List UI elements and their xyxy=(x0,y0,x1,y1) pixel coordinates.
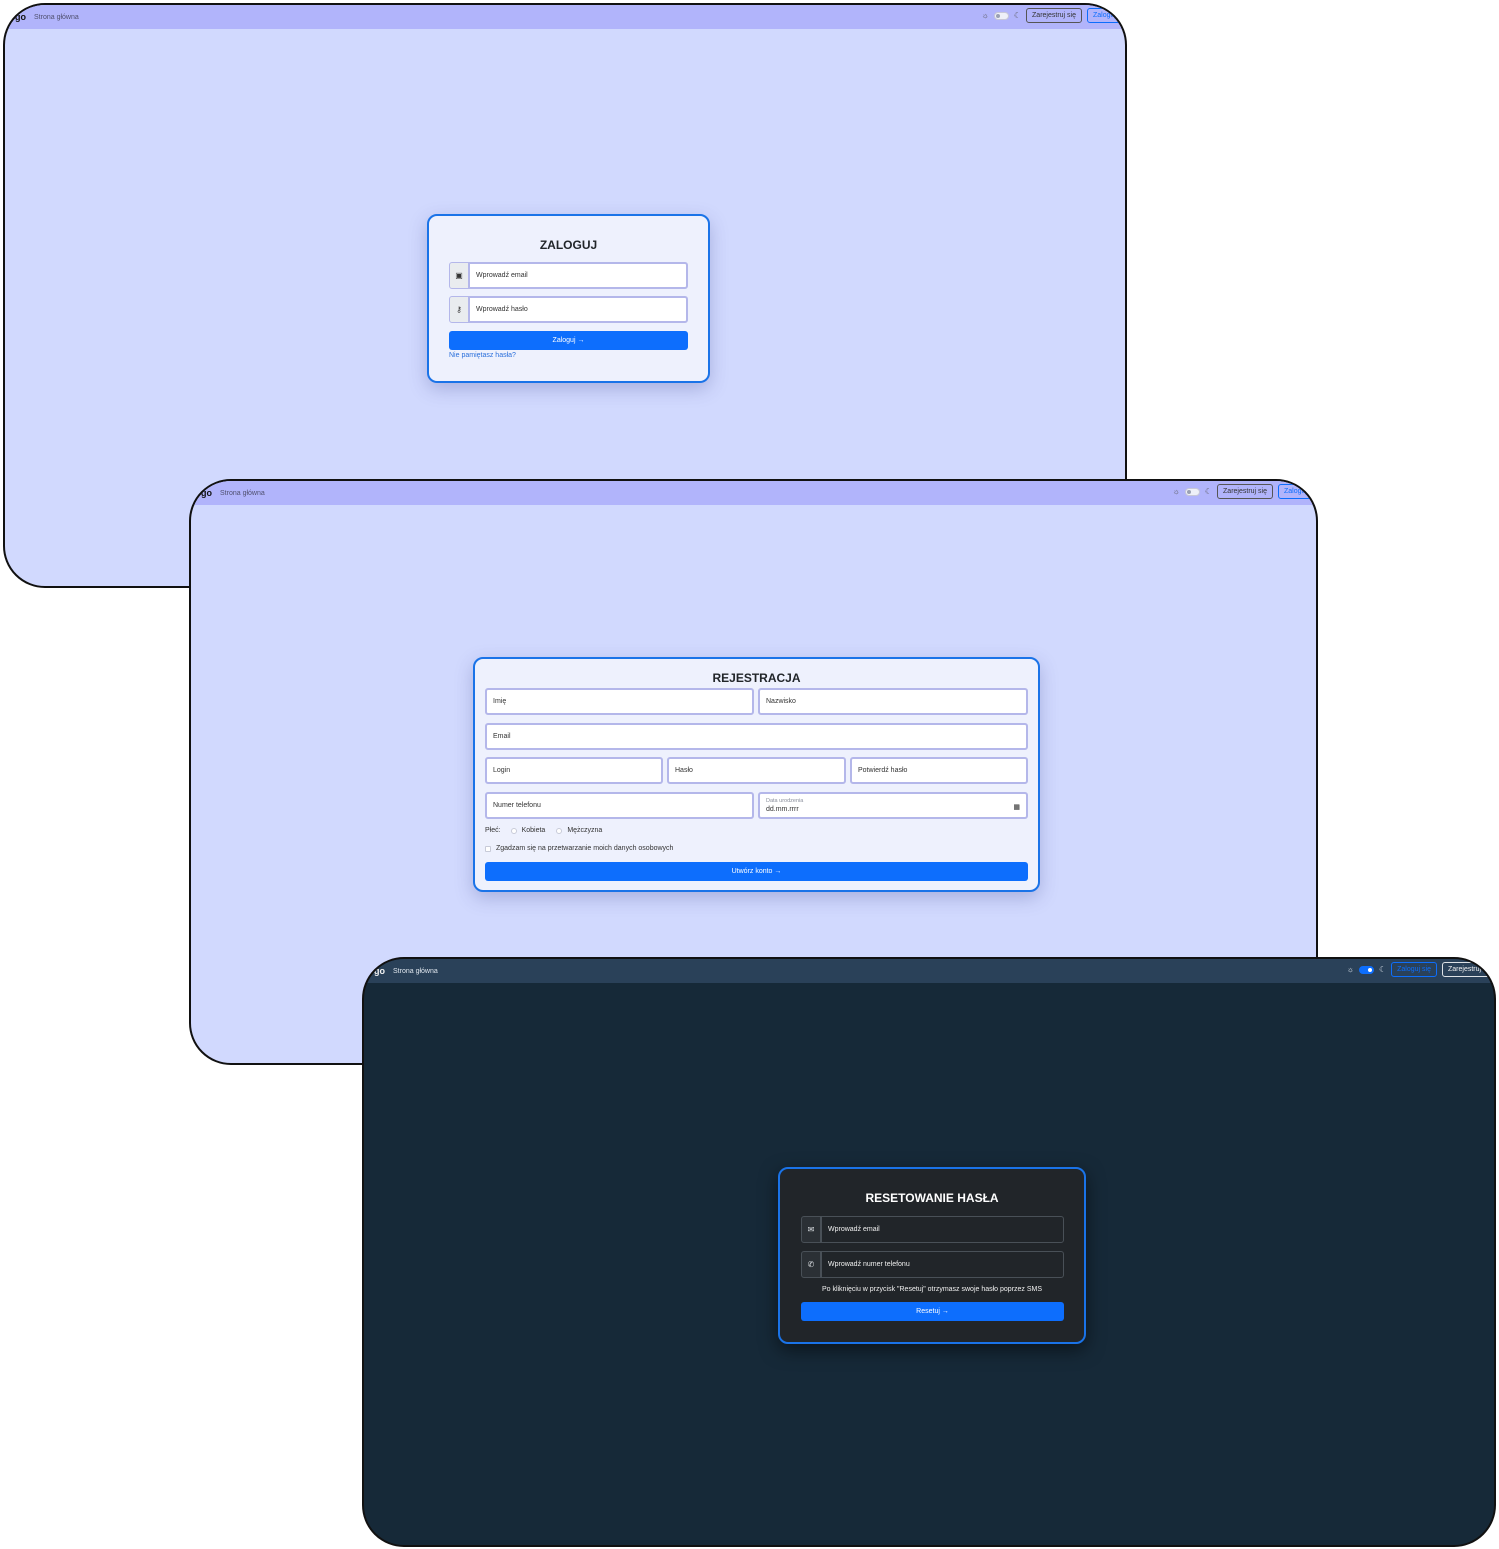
register-button[interactable]: Zarejestruj się xyxy=(1217,484,1273,499)
theme-toggle[interactable] xyxy=(1358,965,1374,974)
password-input[interactable]: Hasło xyxy=(667,757,846,784)
card-title: RESETOWANIE HASŁA xyxy=(865,1191,999,1205)
password-input[interactable]: Wprowadź hasło xyxy=(469,296,688,323)
gender-row: Płeć: Kobieta Mężczyzna xyxy=(485,827,602,834)
register-button[interactable]: Zarejestruj się xyxy=(1026,8,1082,23)
gender-male-label[interactable]: Mężczyzna xyxy=(567,827,602,834)
calendar-icon[interactable]: ▦ xyxy=(1013,803,1020,811)
home-link[interactable]: Strona główna xyxy=(393,968,438,975)
home-link[interactable]: Strona główna xyxy=(34,14,79,21)
consent-row: Zgadzam się na przetwarzanie moich danyc… xyxy=(485,845,673,852)
sun-icon: ☼ xyxy=(981,10,989,20)
key-icon: ⚷ xyxy=(449,296,469,323)
gender-male-radio[interactable] xyxy=(556,827,563,834)
moon-icon: ☾ xyxy=(1204,486,1213,496)
navbar-actions: ☼ ☾ Zarejestruj się Zaloguj xyxy=(982,8,1121,23)
email-input[interactable]: Wprowadź email xyxy=(821,1216,1064,1243)
register-button[interactable]: Zarejestruj się xyxy=(1442,962,1490,977)
theme-toggle[interactable] xyxy=(993,11,1009,20)
theme-toggle[interactable] xyxy=(1184,487,1200,496)
reset-card: RESETOWANIE HASŁA ✉ Wprowadź email ✆ Wpr… xyxy=(778,1167,1086,1344)
person-badge-icon: ▣ xyxy=(449,262,469,289)
telephone-icon: ✆ xyxy=(801,1251,821,1278)
toggle-knob xyxy=(1367,967,1372,972)
brand-logo[interactable]: go xyxy=(374,966,385,976)
login-submit-button[interactable]: Zaloguj → xyxy=(449,331,688,350)
consent-label[interactable]: Zgadzam się na przetwarzanie moich danyc… xyxy=(496,845,673,852)
navbar: go Strona główna ☼ ☾ Zaloguj się Zarejes… xyxy=(364,959,1494,983)
email-input-group: ✉ Wprowadź email xyxy=(801,1216,1064,1243)
reset-info-text: Po kliknięciu w przycisk "Resetuj" otrzy… xyxy=(821,1286,1043,1293)
brand-logo[interactable]: go xyxy=(15,12,26,22)
envelope-icon: ✉ xyxy=(801,1216,821,1243)
moon-icon: ☾ xyxy=(1013,10,1022,20)
sun-icon: ☼ xyxy=(1346,964,1354,974)
navbar-actions: ☼ ☾ Zarejestruj się Zaloguj xyxy=(1173,484,1312,499)
email-input-group: ▣ Wprowadź email xyxy=(449,262,688,289)
login-button[interactable]: Zaloguj się xyxy=(1391,962,1437,977)
login-input[interactable]: Login xyxy=(485,757,663,784)
card-title: REJESTRACJA xyxy=(712,671,801,685)
login-button[interactable]: Zaloguj xyxy=(1278,484,1312,499)
home-link[interactable]: Strona główna xyxy=(220,490,265,497)
birthdate-value: dd.mm.rrrr xyxy=(766,806,799,813)
gender-label: Płeć: xyxy=(485,827,501,834)
password-input-group: ⚷ Wprowadź hasło xyxy=(449,296,688,323)
forgot-password-link[interactable]: Nie pamiętasz hasła? xyxy=(449,352,516,359)
brand-logo[interactable]: go xyxy=(201,488,212,498)
confirm-password-input[interactable]: Potwierdź hasło xyxy=(850,757,1028,784)
reset-password-screen: go Strona główna ☼ ☾ Zaloguj się Zarejes… xyxy=(362,957,1496,1547)
consent-checkbox[interactable] xyxy=(485,845,491,852)
toggle-knob xyxy=(1186,489,1191,494)
gender-female-label[interactable]: Kobieta xyxy=(522,827,546,834)
create-account-button[interactable]: Utwórz konto → xyxy=(485,862,1028,881)
login-card: ZALOGUJ ▣ Wprowadź email ⚷ Wprowadź hasł… xyxy=(427,214,710,383)
last-name-input[interactable]: Nazwisko xyxy=(758,688,1028,715)
email-input[interactable]: Wprowadź email xyxy=(469,262,688,289)
reset-submit-button[interactable]: Resetuj → xyxy=(801,1302,1064,1321)
sun-icon: ☼ xyxy=(1172,486,1180,496)
phone-input[interactable]: Numer telefonu xyxy=(485,792,754,819)
birthdate-input[interactable]: Data urodzenia dd.mm.rrrr ▦ xyxy=(758,792,1028,819)
navbar: go Strona główna ☼ ☾ Zarejestruj się Zal… xyxy=(5,5,1125,29)
card-title: ZALOGUJ xyxy=(539,238,598,252)
moon-icon: ☾ xyxy=(1378,964,1387,974)
navbar: go Strona główna ☼ ☾ Zarejestruj się Zal… xyxy=(191,481,1316,505)
gender-female-radio[interactable] xyxy=(510,827,517,834)
first-name-input[interactable]: Imię xyxy=(485,688,754,715)
toggle-knob xyxy=(995,13,1000,18)
register-card: REJESTRACJA Imię Nazwisko Email Login Ha… xyxy=(473,657,1040,892)
email-input[interactable]: Email xyxy=(485,723,1028,750)
login-button[interactable]: Zaloguj xyxy=(1087,8,1121,23)
birthdate-label: Data urodzenia xyxy=(766,798,804,804)
phone-input[interactable]: Wprowadź numer telefonu xyxy=(821,1251,1064,1278)
phone-input-group: ✆ Wprowadź numer telefonu xyxy=(801,1251,1064,1278)
navbar-actions: ☼ ☾ Zaloguj się Zarejestruj się xyxy=(1347,962,1490,977)
